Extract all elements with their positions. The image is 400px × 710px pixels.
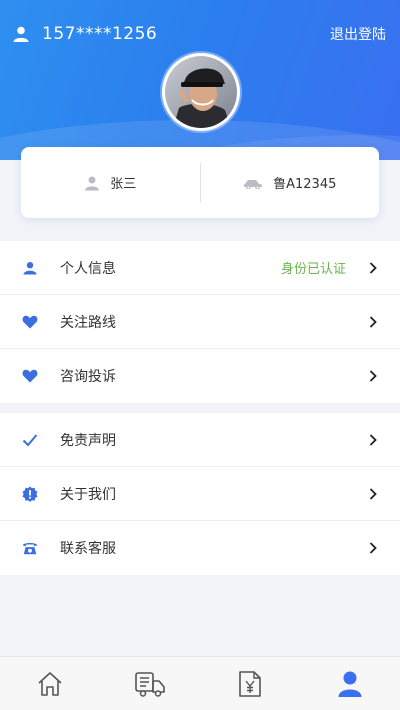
phone-display: 157****1256	[12, 24, 157, 44]
chevron-right-icon	[369, 487, 377, 500]
driver-name-section[interactable]: 张三	[21, 173, 200, 192]
tab-billing[interactable]	[230, 664, 270, 704]
list-item-followed-routes[interactable]: 关注路线	[0, 295, 400, 349]
tab-profile[interactable]	[330, 664, 370, 704]
list-item-disclaimer[interactable]: 免责声明	[0, 413, 400, 467]
license-plate: 鲁A12345	[273, 177, 337, 192]
chevron-right-icon	[369, 542, 377, 554]
menu-group-info: 免责声明 关于我们 联系客服	[0, 413, 400, 575]
menu-group-account: 个人信息 身份已认证 关注路线 咨询投诉	[0, 241, 400, 403]
tab-orders[interactable]	[130, 664, 170, 704]
profile-card: 张三 鲁A12345	[21, 147, 379, 218]
chevron-right-icon	[369, 370, 377, 382]
avatar[interactable]	[162, 53, 240, 131]
chevron-right-icon	[369, 433, 377, 446]
list-item-label: 免责声明	[60, 432, 116, 449]
person-icon	[13, 26, 29, 42]
avatar-photo-icon	[165, 56, 237, 128]
list-item-label: 关注路线	[60, 314, 116, 331]
list-item-label: 关于我们	[60, 486, 116, 503]
bottom-tab-bar	[0, 656, 400, 710]
heart-icon	[22, 368, 38, 384]
telephone-icon	[22, 540, 38, 556]
list-item-customer-service[interactable]: 联系客服	[0, 521, 400, 575]
truck-icon	[135, 671, 165, 697]
badge-alert-icon	[22, 486, 38, 502]
receipt-yen-icon	[239, 670, 261, 697]
list-item-label: 联系客服	[60, 541, 116, 557]
list-item-complaints[interactable]: 咨询投诉	[0, 349, 400, 403]
top-bar: 157****1256 退出登陆	[0, 18, 400, 50]
list-item-personal-info[interactable]: 个人信息 身份已认证	[0, 241, 400, 295]
list-item-label: 个人信息	[60, 260, 116, 277]
plate-section[interactable]: 鲁A12345	[201, 173, 380, 192]
chevron-right-icon	[369, 315, 377, 328]
check-icon	[22, 432, 38, 448]
person-icon	[85, 176, 100, 190]
person-icon	[22, 260, 38, 276]
logout-button[interactable]: 退出登陆	[330, 24, 386, 44]
chevron-right-icon	[369, 261, 377, 274]
user-icon	[338, 671, 362, 697]
driver-name: 张三	[110, 177, 137, 192]
home-icon	[38, 671, 62, 696]
car-icon	[244, 179, 263, 189]
phone-number: 157****1256	[42, 24, 158, 44]
list-item-label: 咨询投诉	[60, 369, 116, 385]
tab-home[interactable]	[30, 664, 70, 704]
list-item-about-us[interactable]: 关于我们	[0, 467, 400, 521]
verification-status: 身份已认证	[280, 262, 346, 277]
heart-icon	[22, 314, 38, 330]
